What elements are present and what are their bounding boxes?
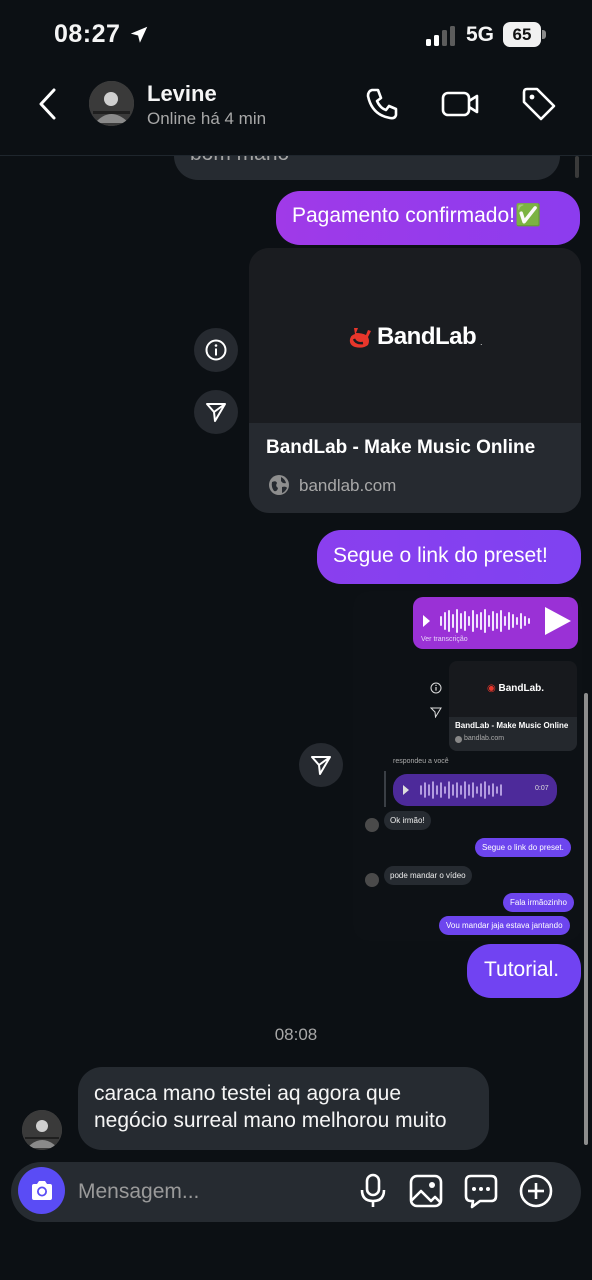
mini-transcript-link: Ver transcrição: [421, 636, 468, 643]
link-domain: bandlab.com: [299, 476, 397, 495]
contact-avatar[interactable]: [89, 81, 134, 126]
time-separator: 08:08: [274, 1025, 318, 1044]
sender-avatar[interactable]: [22, 1110, 62, 1150]
location-arrow-icon: [130, 26, 148, 43]
sticker-icon[interactable]: [463, 1172, 499, 1210]
mini-reply-line: [384, 771, 386, 807]
link-preview-card[interactable]: BandLab. BandLab - Make Music Online ban…: [249, 248, 581, 513]
info-icon: [205, 339, 227, 361]
contact-name[interactable]: Levine: [147, 81, 217, 107]
share-icon: [206, 403, 226, 422]
shared-screenshot[interactable]: Ver transcrição ◉ BandLab. BandLab - Mak…: [353, 591, 582, 941]
message-outgoing-tutorial[interactable]: Tutorial.: [467, 944, 581, 998]
phone-icon[interactable]: [362, 84, 402, 124]
mini-link-card: ◉ BandLab. BandLab - Make Music Online b…: [449, 661, 577, 751]
mini-msg-fala: Fala irmãozinho: [503, 893, 574, 912]
info-button[interactable]: [194, 328, 238, 372]
network-type: 5G: [466, 23, 495, 46]
mini-msg-pode: pode mandar o vídeo: [384, 866, 472, 885]
status-time: 08:27: [54, 20, 121, 48]
bandlab-logo-icon: [349, 328, 371, 348]
share-button[interactable]: [194, 390, 238, 434]
signal-icon: [426, 26, 455, 46]
mini-msg-ok: Ok irmão!: [384, 811, 431, 830]
mini-card-title: BandLab - Make Music Online: [455, 721, 569, 730]
add-circle-icon[interactable]: [518, 1172, 554, 1210]
mini-msg-preset: Segue o link do preset.: [475, 838, 571, 857]
tag-icon[interactable]: [519, 84, 559, 124]
mini-audio-duration: 0:07: [535, 785, 549, 792]
bandlab-logo: BandLab.: [347, 323, 482, 351]
battery-icon: 65: [503, 22, 547, 48]
message-incoming[interactable]: caraca mano testei aq agora que negócio …: [78, 1067, 489, 1150]
scroll-indicator-top: [575, 156, 579, 178]
message-outgoing-payment[interactable]: Pagamento confirmado!✅: [276, 191, 580, 245]
share-button-2[interactable]: [299, 743, 343, 787]
video-camera-icon[interactable]: [440, 84, 480, 124]
battery-level: 65: [503, 22, 541, 47]
link-preview-footer: BandLab - Make Music Online bandlab.com: [249, 423, 581, 513]
mini-globe-icon: [455, 736, 462, 743]
mini-card-domain: bandlab.com: [464, 735, 505, 742]
image-icon[interactable]: [408, 1172, 444, 1210]
mini-share-icon: [430, 707, 442, 718]
contact-status: Online há 4 min: [147, 109, 267, 128]
camera-button[interactable]: [18, 1167, 65, 1214]
message-input[interactable]: [78, 1177, 338, 1207]
back-chevron-icon[interactable]: [34, 86, 66, 122]
mini-audio-reply: 0:07: [393, 774, 557, 806]
camera-icon: [31, 1180, 52, 1200]
share-icon: [311, 756, 331, 775]
mini-card-brand: ◉ BandLab.: [487, 683, 545, 694]
message-incoming-partial: bom mano: [174, 156, 560, 180]
bandlab-wordmark: BandLab: [377, 323, 477, 350]
mini-msg-vou: Vou mandar jaja estava jantando: [439, 916, 570, 935]
link-preview-banner: BandLab.: [249, 248, 581, 423]
message-outgoing-preset[interactable]: Segue o link do preset!: [317, 530, 581, 584]
mini-avatar: [365, 818, 379, 832]
globe-icon: [269, 475, 289, 495]
mini-reply-label: respondeu a você: [393, 758, 449, 765]
mini-avatar: [365, 873, 379, 887]
mini-waveform: [423, 607, 571, 635]
scrollbar[interactable]: [584, 693, 588, 1145]
link-title: BandLab - Make Music Online: [266, 437, 536, 458]
mini-audio-message: Ver transcrição: [413, 597, 578, 649]
mini-info-icon: [430, 682, 442, 694]
mini-waveform-2: [403, 781, 502, 799]
microphone-icon[interactable]: [355, 1172, 391, 1210]
